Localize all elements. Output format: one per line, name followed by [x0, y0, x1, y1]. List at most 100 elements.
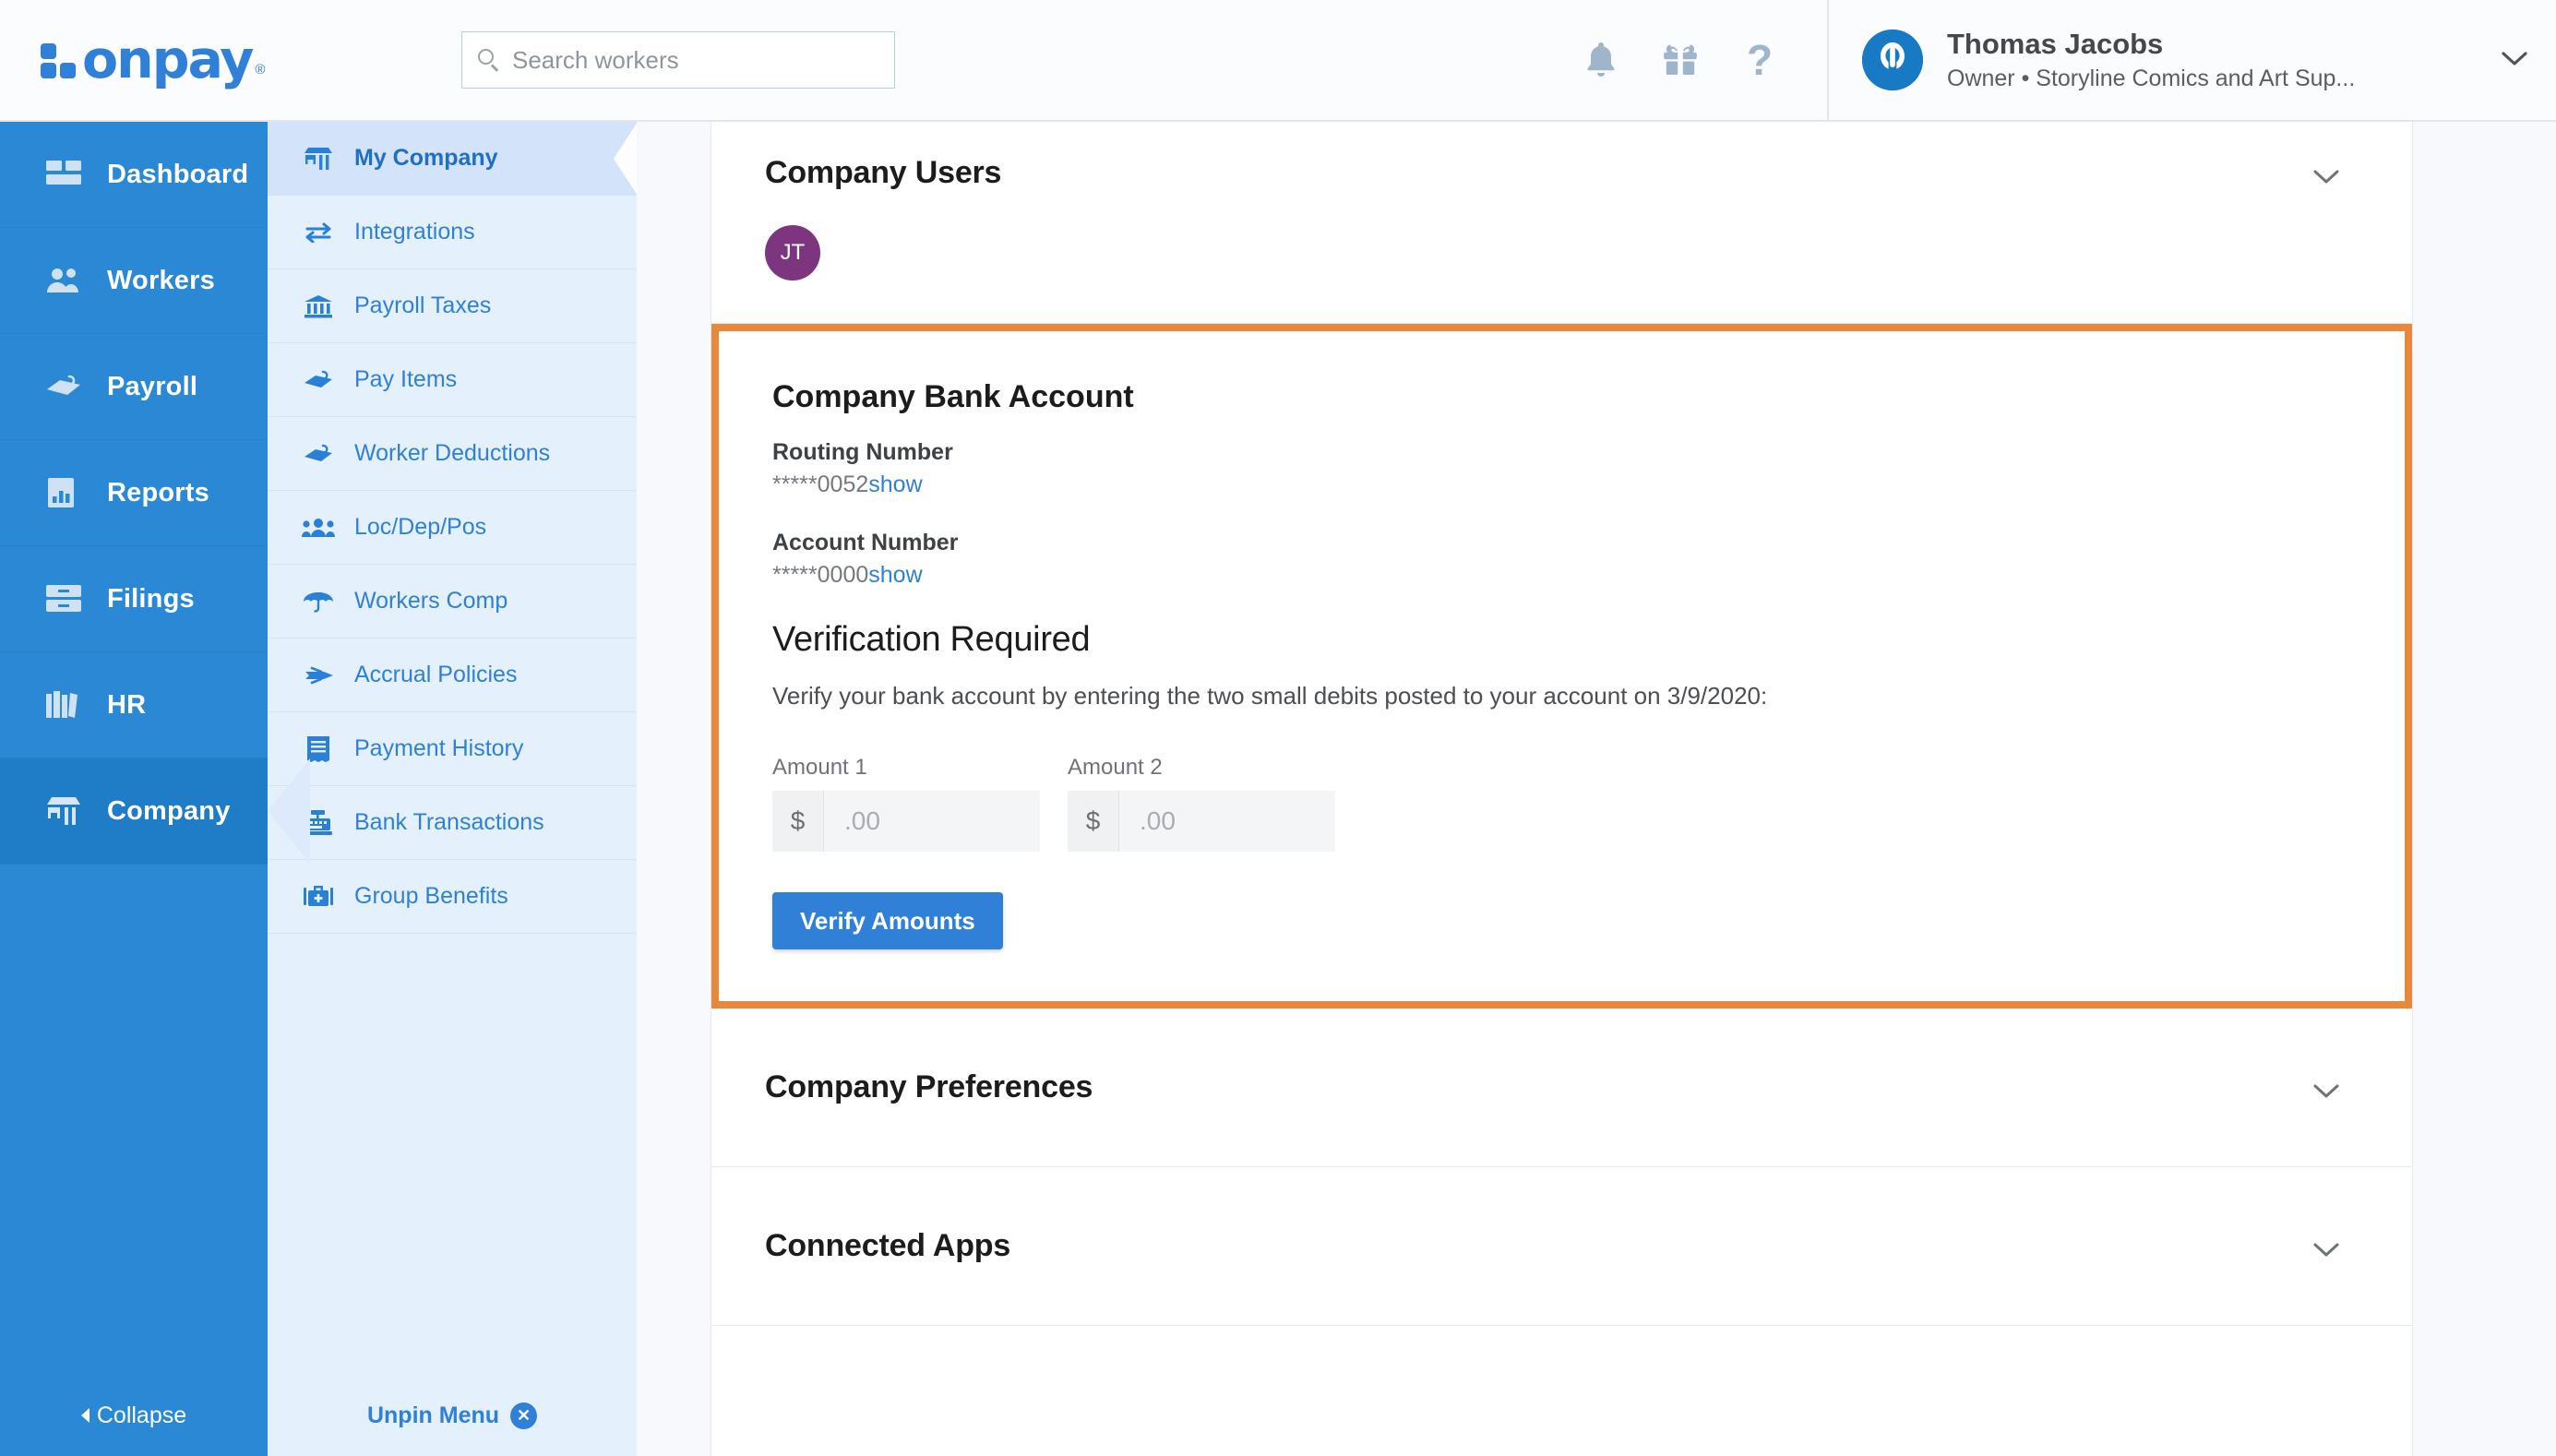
airplane-icon: [297, 664, 340, 686]
sidebar-item-label: Workers: [107, 265, 215, 295]
account-number-masked: *****0000: [772, 562, 869, 588]
main-content: Company Users JT Company Bank Account Ro…: [637, 122, 2556, 1456]
sidebar-item-company[interactable]: Company: [0, 758, 310, 865]
subnav-item-label: Workers Comp: [354, 588, 508, 614]
sidebar-item-label: Filings: [107, 583, 195, 614]
subnav-item-accrual-policies[interactable]: Accrual Policies: [268, 638, 637, 712]
subnav-item-loc-dep-pos[interactable]: Loc/Dep/Pos: [268, 491, 637, 565]
connected-apps-title: Connected Apps: [765, 1228, 1011, 1263]
subnav-item-worker-deductions[interactable]: Worker Deductions: [268, 417, 637, 491]
currency-symbol-icon: $: [1068, 791, 1119, 852]
user-menu[interactable]: Thomas Jacobs Owner • Storyline Comics a…: [1827, 0, 2556, 121]
bank-account-highlight-box: Company Bank Account Routing Number ****…: [711, 324, 2412, 1008]
avatar[interactable]: JT: [765, 225, 820, 280]
account-number-label: Account Number: [772, 530, 959, 555]
chevron-down-icon[interactable]: [2311, 1234, 2342, 1265]
search-icon: [477, 48, 501, 72]
workers-people-icon: [42, 267, 85, 294]
body: Dashboard Workers Payroll Reports Filing…: [0, 122, 2556, 1456]
sidebar-item-dashboard[interactable]: Dashboard: [0, 122, 268, 228]
verification-title: Verification Required: [772, 620, 1091, 659]
subnav-item-payroll-taxes[interactable]: Payroll Taxes: [268, 269, 637, 343]
onpay-dots-icon: [41, 43, 76, 79]
secondary-sidebar: My Company Integrations Payroll Taxes Pa…: [268, 122, 637, 1456]
subnav-item-integrations[interactable]: Integrations: [268, 196, 637, 269]
subnav-item-label: Worker Deductions: [354, 440, 551, 466]
secondary-nav-list: My Company Integrations Payroll Taxes Pa…: [268, 122, 637, 1375]
unpin-menu-button[interactable]: Unpin Menu ✕: [268, 1375, 637, 1456]
help-question-icon[interactable]: ?: [1720, 23, 1799, 97]
sidebar-item-hr[interactable]: HR: [0, 652, 268, 758]
amount-1-group: Amount 1 $ .00: [772, 755, 1040, 852]
payroll-hand-icon: [42, 373, 85, 400]
pay-hand-icon: [297, 369, 340, 391]
subnav-item-payment-history[interactable]: Payment History: [268, 712, 637, 786]
page-title: Company Users: [765, 155, 1002, 190]
primary-nav-list: Dashboard Workers Payroll Reports Filing…: [0, 122, 310, 1375]
sidebar-item-reports[interactable]: Reports: [0, 440, 268, 546]
routing-show-link[interactable]: show: [868, 471, 922, 497]
registered-mark: ®: [255, 62, 266, 78]
top-bar: onpay ® Search workers ? Thomas Jacobs O…: [0, 0, 2556, 122]
company-preferences-title: Company Preferences: [765, 1069, 1093, 1104]
chevron-down-icon[interactable]: [2311, 161, 2342, 192]
verification-description: Verify your bank account by entering the…: [772, 682, 1768, 710]
close-circle-icon[interactable]: ✕: [510, 1402, 538, 1429]
chevron-down-icon[interactable]: [2501, 44, 2528, 76]
filings-drawer-icon: [42, 585, 85, 613]
subnav-item-workers-comp[interactable]: Workers Comp: [268, 565, 637, 638]
group-people-icon: [297, 517, 340, 539]
dashboard-grid-icon: [42, 161, 85, 188]
connected-apps-section[interactable]: Connected Apps: [711, 1167, 2412, 1326]
search-placeholder: Search workers: [512, 45, 679, 74]
subnav-item-label: Loc/Dep/Pos: [354, 514, 487, 540]
brand-logo[interactable]: onpay ®: [0, 33, 268, 87]
subnav-item-label: Integrations: [354, 219, 475, 245]
topbar-icon-group: ?: [1561, 23, 1799, 97]
subnav-item-label: Bank Transactions: [354, 809, 544, 835]
subnav-item-my-company[interactable]: My Company: [268, 122, 637, 196]
deduction-hand-icon: [297, 443, 340, 465]
gift-icon[interactable]: [1641, 23, 1720, 97]
account-show-link[interactable]: show: [868, 562, 922, 588]
unpin-menu-label: Unpin Menu: [366, 1402, 500, 1428]
routing-number-masked: *****0052: [772, 471, 869, 497]
active-subnav-pointer: [613, 122, 637, 195]
account-number-value: *****0000show: [772, 562, 2351, 589]
chevron-down-icon[interactable]: [2311, 1075, 2342, 1106]
bank-account-section-wrap: Company Bank Account Routing Number ****…: [711, 324, 2412, 1008]
caret-left-icon: [80, 1408, 90, 1423]
subnav-item-pay-items[interactable]: Pay Items: [268, 343, 637, 417]
amount-1-placeholder: .00: [844, 806, 880, 835]
collapse-sidebar-button[interactable]: Collapse: [0, 1375, 268, 1456]
app-root: onpay ® Search workers ? Thomas Jacobs O…: [0, 0, 2556, 1456]
search-input[interactable]: Search workers: [461, 31, 895, 89]
subnav-item-label: Accrual Policies: [354, 662, 518, 687]
subnav-item-label: Group Benefits: [354, 883, 508, 909]
company-users-section: Company Users JT: [711, 122, 2412, 324]
avatar: [1862, 30, 1923, 90]
verify-amounts-button[interactable]: Verify Amounts: [772, 892, 1003, 949]
subnav-item-label: Pay Items: [354, 366, 458, 392]
hr-books-icon: [42, 691, 85, 719]
subnav-item-label: Payroll Taxes: [354, 292, 492, 318]
sidebar-item-payroll[interactable]: Payroll: [0, 334, 268, 440]
sidebar-item-label: Company: [107, 795, 231, 826]
amount-2-group: Amount 2 $ .00: [1068, 755, 1335, 852]
company-preferences-section[interactable]: Company Preferences: [711, 1008, 2412, 1167]
amount-1-input[interactable]: $ .00: [772, 791, 1040, 852]
sidebar-item-workers[interactable]: Workers: [0, 228, 268, 334]
medical-kit-icon: [297, 885, 340, 909]
bank-account-title: Company Bank Account: [772, 379, 1134, 414]
primary-sidebar: Dashboard Workers Payroll Reports Filing…: [0, 122, 310, 1456]
notifications-bell-icon[interactable]: [1561, 23, 1641, 97]
amount-2-input[interactable]: $ .00: [1068, 791, 1335, 852]
integrations-arrows-icon: [297, 222, 340, 243]
subnav-item-group-benefits[interactable]: Group Benefits: [268, 860, 637, 934]
amount-1-label: Amount 1: [772, 755, 867, 780]
company-store-icon: [42, 796, 85, 826]
subnav-item-bank-transactions[interactable]: Bank Transactions: [268, 786, 637, 860]
amount-2-placeholder: .00: [1140, 806, 1176, 835]
store-icon: [297, 147, 340, 171]
sidebar-item-filings[interactable]: Filings: [0, 546, 268, 652]
